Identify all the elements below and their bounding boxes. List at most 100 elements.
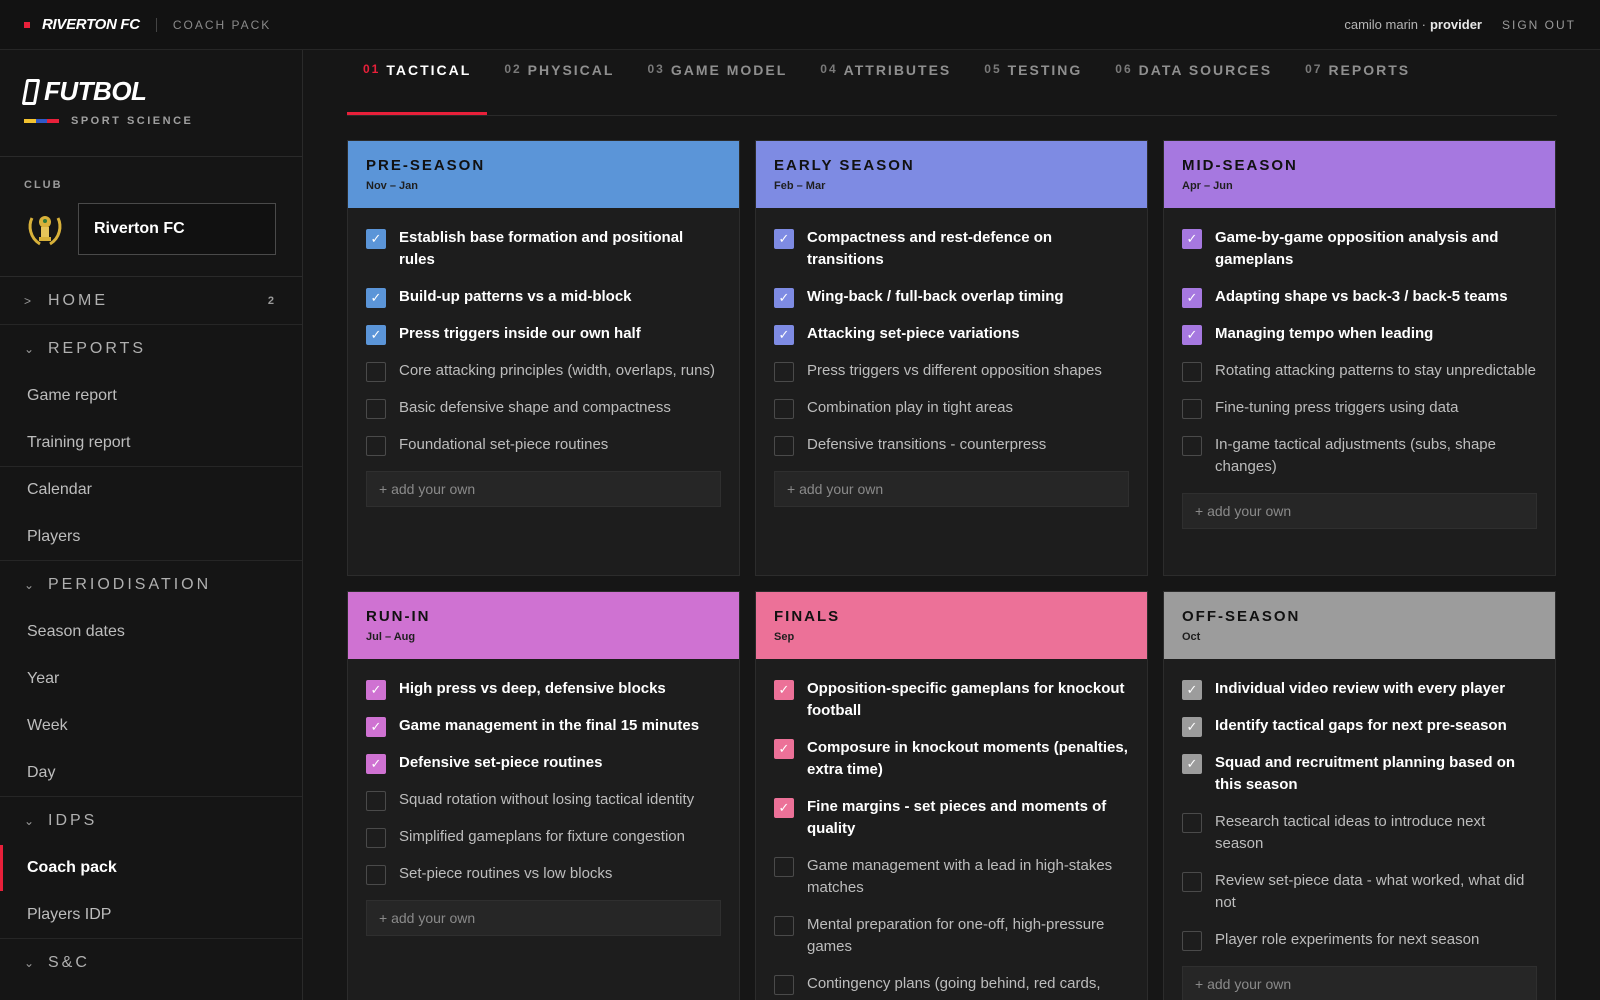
nav-section-home[interactable]: > HOME 2 [0, 277, 302, 325]
checkbox-checked-icon[interactable]: ✓ [1182, 717, 1202, 737]
nav-section-periodisation[interactable]: ⌄ PERIODISATION [0, 561, 302, 609]
checklist-item[interactable]: Mental preparation for one-off, high-pre… [774, 914, 1129, 958]
checkbox-checked-icon[interactable]: ✓ [774, 229, 794, 249]
checklist-item[interactable]: ✓ Individual video review with every play… [1182, 678, 1537, 700]
checklist-item[interactable]: Press triggers vs different opposition s… [774, 360, 1129, 382]
checkbox-checked-icon[interactable]: ✓ [774, 288, 794, 308]
checkbox-checked-icon[interactable]: ✓ [1182, 680, 1202, 700]
checklist-item[interactable]: Squad rotation without losing tactical i… [366, 789, 721, 811]
checklist-item[interactable]: ✓ Attacking set-piece variations [774, 323, 1129, 345]
checklist-item[interactable]: Fine-tuning press triggers using data [1182, 397, 1537, 419]
checklist-item[interactable]: Combination play in tight areas [774, 397, 1129, 419]
checkbox-checked-icon[interactable]: ✓ [774, 739, 794, 759]
tab-tactical[interactable]: 01 TACTICAL [347, 62, 488, 115]
add-own-input[interactable]: + add your own [366, 471, 721, 507]
checklist-item[interactable]: Player role experiments for next season [1182, 929, 1537, 951]
checkbox-checked-icon[interactable]: ✓ [1182, 754, 1202, 774]
checklist-item[interactable]: Set-piece routines vs low blocks [366, 863, 721, 885]
checkbox-icon[interactable] [774, 916, 794, 936]
checklist-item[interactable]: Game management with a lead in high-stak… [774, 855, 1129, 899]
checkbox-icon[interactable] [366, 828, 386, 848]
checklist-item[interactable]: ✓ Establish base formation and positional… [366, 227, 721, 271]
sidebar-item-year[interactable]: Year [0, 656, 302, 703]
checkbox-checked-icon[interactable]: ✓ [1182, 325, 1202, 345]
checklist-item[interactable]: Foundational set-piece routines [366, 434, 721, 456]
checklist-item[interactable]: Contingency plans (going behind, red car… [774, 973, 1129, 995]
checklist-item[interactable]: ✓ High press vs deep, defensive blocks [366, 678, 721, 700]
add-own-input[interactable]: + add your own [1182, 493, 1537, 529]
nav-section-sc[interactable]: ⌄ S&C [0, 939, 302, 987]
checkbox-icon[interactable] [366, 791, 386, 811]
checkbox-checked-icon[interactable]: ✓ [1182, 229, 1202, 249]
checkbox-icon[interactable] [366, 362, 386, 382]
sidebar-item-players[interactable]: Players [0, 514, 302, 561]
checkbox-icon[interactable] [1182, 362, 1202, 382]
checkbox-checked-icon[interactable]: ✓ [774, 680, 794, 700]
checklist-item[interactable]: ✓ Composure in knockout moments (penaltie… [774, 737, 1129, 781]
checklist-item[interactable]: Defensive transitions - counterpress [774, 434, 1129, 456]
checklist-item[interactable]: ✓ Opposition-specific gameplans for knock… [774, 678, 1129, 722]
checkbox-checked-icon[interactable]: ✓ [774, 798, 794, 818]
checkbox-icon[interactable] [774, 436, 794, 456]
sidebar-item-training-report[interactable]: Training report [0, 420, 302, 467]
checkbox-icon[interactable] [366, 865, 386, 885]
sidebar-item-players-idp[interactable]: Players IDP [0, 892, 302, 939]
checklist-item[interactable]: In-game tactical adjustments (subs, shap… [1182, 434, 1537, 478]
checklist-item[interactable]: ✓ Managing tempo when leading [1182, 323, 1537, 345]
checkbox-icon[interactable] [1182, 931, 1202, 951]
add-own-input[interactable]: + add your own [366, 900, 721, 936]
checkbox-icon[interactable] [1182, 872, 1202, 892]
checklist-item[interactable]: ✓ Defensive set-piece routines [366, 752, 721, 774]
tab-physical[interactable]: 02 PHYSICAL [488, 62, 630, 115]
checklist-item[interactable]: ✓ Wing-back / full-back overlap timing [774, 286, 1129, 308]
nav-section-reports[interactable]: ⌄ REPORTS [0, 325, 302, 373]
checklist-item[interactable]: Review set-piece data - what worked, wha… [1182, 870, 1537, 914]
tab-data-sources[interactable]: 06 DATA SOURCES [1099, 62, 1288, 115]
checkbox-checked-icon[interactable]: ✓ [366, 229, 386, 249]
brand-name[interactable]: RIVERTON FC [42, 16, 140, 33]
tab-reports[interactable]: 07 REPORTS [1289, 62, 1426, 115]
checkbox-icon[interactable] [774, 975, 794, 995]
add-own-input[interactable]: + add your own [1182, 966, 1537, 1000]
sign-out-button[interactable]: SIGN OUT [1502, 18, 1576, 32]
checklist-item[interactable]: Rotating attacking patterns to stay unpr… [1182, 360, 1537, 382]
checklist-item[interactable]: ✓ Compactness and rest-defence on transit… [774, 227, 1129, 271]
sidebar-item-calendar[interactable]: Calendar [0, 467, 302, 514]
checklist-item[interactable]: ✓ Identify tactical gaps for next pre-sea… [1182, 715, 1537, 737]
checklist-item[interactable]: ✓ Game-by-game opposition analysis and ga… [1182, 227, 1537, 271]
checkbox-checked-icon[interactable]: ✓ [366, 680, 386, 700]
checkbox-icon[interactable] [1182, 436, 1202, 456]
checklist-item[interactable]: ✓ Adapting shape vs back-3 / back-5 teams [1182, 286, 1537, 308]
checklist-item[interactable]: ✓ Press triggers inside our own half [366, 323, 721, 345]
checklist-item[interactable]: Research tactical ideas to introduce nex… [1182, 811, 1537, 855]
checklist-item[interactable]: Simplified gameplans for fixture congest… [366, 826, 721, 848]
checkbox-icon[interactable] [1182, 399, 1202, 419]
tab-game-model[interactable]: 03 GAME MODEL [631, 62, 803, 115]
checkbox-icon[interactable] [774, 857, 794, 877]
checkbox-checked-icon[interactable]: ✓ [366, 325, 386, 345]
checkbox-icon[interactable] [774, 362, 794, 382]
club-name-field[interactable]: Riverton FC [78, 203, 276, 255]
tab-attributes[interactable]: 04 ATTRIBUTES [804, 62, 967, 115]
checkbox-icon[interactable] [366, 399, 386, 419]
checklist-item[interactable]: ✓ Build-up patterns vs a mid-block [366, 286, 721, 308]
checklist-item[interactable]: ✓ Game management in the final 15 minutes [366, 715, 721, 737]
checklist-item[interactable]: ✓ Squad and recruitment planning based on… [1182, 752, 1537, 796]
nav-section-idps[interactable]: ⌄ IDPS [0, 797, 302, 845]
checkbox-checked-icon[interactable]: ✓ [366, 754, 386, 774]
checklist-item[interactable]: Basic defensive shape and compactness [366, 397, 721, 419]
checkbox-icon[interactable] [1182, 813, 1202, 833]
checkbox-checked-icon[interactable]: ✓ [774, 325, 794, 345]
sidebar-item-game-report[interactable]: Game report [0, 373, 302, 420]
sidebar-item-coach-pack[interactable]: Coach pack [0, 845, 302, 892]
checkbox-checked-icon[interactable]: ✓ [366, 717, 386, 737]
sidebar-item-week[interactable]: Week [0, 703, 302, 750]
sidebar-item-season-dates[interactable]: Season dates [0, 609, 302, 656]
checklist-item[interactable]: ✓ Fine margins - set pieces and moments o… [774, 796, 1129, 840]
checkbox-icon[interactable] [774, 399, 794, 419]
sidebar-item-day[interactable]: Day [0, 750, 302, 797]
checkbox-checked-icon[interactable]: ✓ [366, 288, 386, 308]
tab-testing[interactable]: 05 TESTING [968, 62, 1098, 115]
checkbox-icon[interactable] [366, 436, 386, 456]
checklist-item[interactable]: Core attacking principles (width, overla… [366, 360, 721, 382]
